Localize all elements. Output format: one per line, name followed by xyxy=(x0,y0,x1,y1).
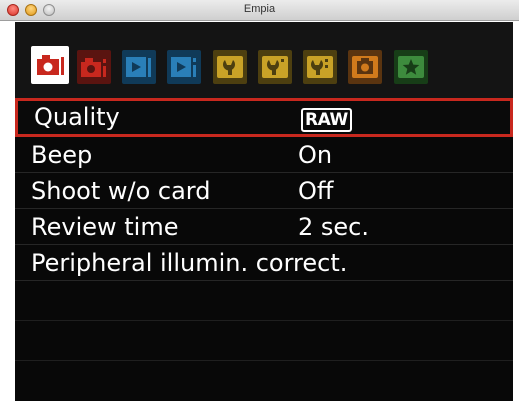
window-title: Empia xyxy=(243,3,276,15)
menu-item-quality[interactable]: Quality RAW xyxy=(15,98,513,137)
tab-playback-2[interactable] xyxy=(167,50,201,84)
tab-setup-2[interactable] xyxy=(258,50,292,84)
menu-item-value: RAW xyxy=(301,103,352,132)
playback-2-icon xyxy=(171,57,196,77)
menu-tab-bar xyxy=(15,22,513,98)
menu-item-shoot-without-card[interactable]: Shoot w/o card Off xyxy=(15,173,513,209)
custom-functions-icon xyxy=(352,56,378,78)
menu-item-label: Shoot w/o card xyxy=(31,177,211,205)
menu-item-value: Off xyxy=(298,177,334,205)
camera-shoot-1-icon xyxy=(37,55,64,75)
playback-1-icon xyxy=(126,57,151,77)
setup-3-icon xyxy=(307,56,333,78)
camera-menu-screen: Quality RAW Beep On Shoot w/o card Off R… xyxy=(15,22,513,401)
raw-quality-badge: RAW xyxy=(301,108,352,132)
setup-1-icon xyxy=(217,56,243,78)
menu-item-label: Peripheral illumin. correct. xyxy=(31,249,348,277)
menu-item-label: Review time xyxy=(31,213,179,241)
tab-custom-functions[interactable] xyxy=(348,50,382,84)
tab-my-menu[interactable] xyxy=(394,50,428,84)
menu-item-label: Quality xyxy=(34,103,120,131)
tab-setup-1[interactable] xyxy=(213,50,247,84)
menu-list: Quality RAW Beep On Shoot w/o card Off R… xyxy=(15,98,513,361)
my-menu-star-icon xyxy=(398,56,424,78)
tab-playback-1[interactable] xyxy=(122,50,156,84)
empty-menu-row xyxy=(15,281,513,321)
empty-menu-row xyxy=(15,321,513,361)
camera-shoot-2-icon xyxy=(81,58,106,77)
setup-2-icon xyxy=(262,56,288,78)
menu-item-value: 2 sec. xyxy=(298,213,369,241)
menu-item-value: On xyxy=(298,141,333,169)
menu-item-review-time[interactable]: Review time 2 sec. xyxy=(15,209,513,245)
menu-item-beep[interactable]: Beep On xyxy=(15,137,513,173)
menu-item-label: Beep xyxy=(31,141,93,169)
tab-shooting-2[interactable] xyxy=(77,50,111,84)
title-bar: Empia xyxy=(0,0,519,21)
tab-setup-3[interactable] xyxy=(303,50,337,84)
app-window: Empia Quality RAW Beep On Shoot w/o card… xyxy=(0,0,519,401)
tab-shooting-1[interactable] xyxy=(31,46,69,84)
menu-item-peripheral-illumination[interactable]: Peripheral illumin. correct. xyxy=(15,245,513,281)
